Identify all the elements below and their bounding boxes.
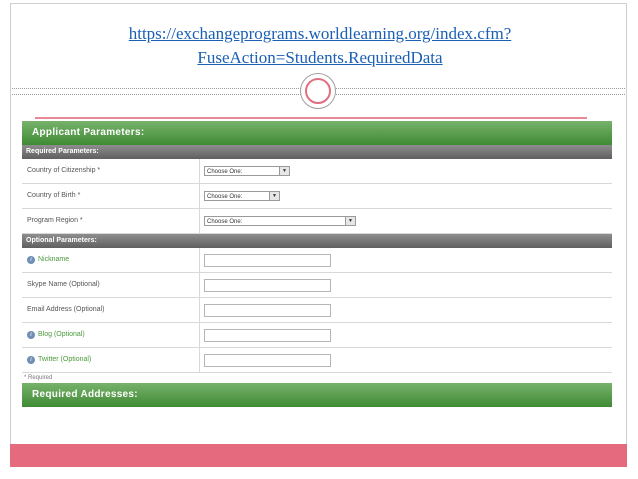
row-program-region: Program Region * Choose One: ▼ [22, 209, 612, 234]
row-blog: i Blog (Optional) [22, 323, 612, 348]
row-twitter: i Twitter (Optional) [22, 348, 612, 373]
citizenship-select-value: Choose One: [207, 169, 243, 175]
birth-select-value: Choose One: [207, 194, 243, 200]
applicant-parameters-header: Applicant Parameters: [22, 121, 612, 145]
blog-label: Blog (Optional) [38, 331, 85, 338]
url-link[interactable]: https://exchangeprograms.worldlearning.o… [10, 22, 630, 70]
region-select-value: Choose One: [207, 219, 243, 225]
footer-band [10, 444, 627, 467]
info-icon[interactable]: i [27, 256, 35, 264]
birth-select[interactable]: Choose One: ▼ [204, 191, 280, 201]
citizenship-select[interactable]: Choose One: ▼ [204, 166, 290, 176]
citizenship-label: Country of Citizenship * [22, 159, 200, 183]
optional-parameters-header: Optional Parameters: [22, 234, 612, 248]
skype-label: Skype Name (Optional) [22, 273, 200, 297]
nickname-input[interactable] [204, 253, 331, 267]
row-email: Email Address (Optional) [22, 298, 612, 323]
twitter-label: Twitter (Optional) [38, 356, 92, 363]
form-top-border [35, 117, 587, 119]
nickname-label: Nickname [38, 256, 70, 263]
ornament-inner-ring [305, 78, 331, 104]
twitter-input[interactable] [204, 353, 331, 367]
row-skype: Skype Name (Optional) [22, 273, 612, 298]
email-label: Email Address (Optional) [22, 298, 200, 322]
skype-input[interactable] [204, 278, 331, 292]
row-country-of-citizenship: Country of Citizenship * Choose One: ▼ [22, 159, 612, 184]
row-country-of-birth: Country of Birth * Choose One: ▼ [22, 184, 612, 209]
ornament-circle [300, 73, 336, 109]
email-input[interactable] [204, 303, 331, 317]
applicant-form: Applicant Parameters: Required Parameter… [22, 121, 612, 415]
chevron-down-icon[interactable]: ▼ [269, 192, 279, 200]
info-icon[interactable]: i [27, 356, 35, 364]
required-addresses-header: Required Addresses: [22, 383, 612, 407]
required-parameters-header: Required Parameters: [22, 145, 612, 159]
birth-label: Country of Birth * [22, 184, 200, 208]
region-select[interactable]: Choose One: ▼ [204, 216, 356, 226]
chevron-down-icon[interactable]: ▼ [345, 217, 355, 225]
required-note: * Required [24, 375, 53, 381]
region-label: Program Region * [22, 209, 200, 233]
chevron-down-icon[interactable]: ▼ [279, 167, 289, 175]
info-icon[interactable]: i [27, 331, 35, 339]
row-nickname: i Nickname [22, 248, 612, 273]
blog-input[interactable] [204, 328, 331, 342]
